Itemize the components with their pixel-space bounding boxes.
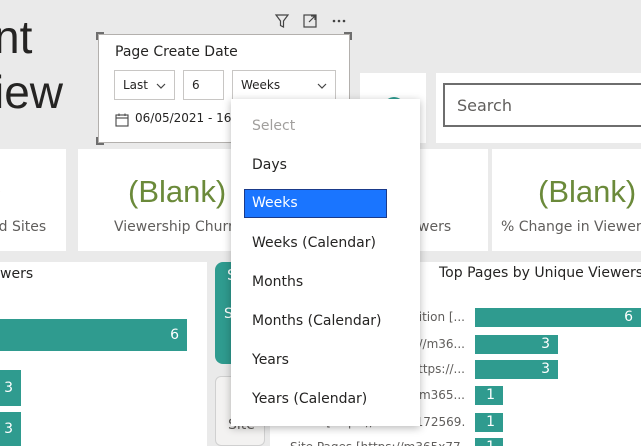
bar[interactable]: 3 [0, 412, 21, 446]
resize-handle[interactable] [96, 137, 104, 145]
bar[interactable]: 3 [475, 360, 558, 379]
dropdown-option[interactable]: Years [252, 352, 289, 368]
page-label: Site Pages [https://m365x77.... [290, 440, 465, 446]
slicer-title: Page Create Date [115, 44, 238, 60]
kpi-label: % Change in Viewers [501, 219, 641, 235]
kpi-card-change-in-viewers: (Blank) % Change in Viewers [492, 149, 641, 251]
period-unit-value: Weeks [241, 78, 281, 92]
chart-title: Top Pages by Unique Viewers [439, 265, 641, 281]
dropdown-option[interactable]: Months (Calendar) [252, 313, 382, 329]
period-mode-select[interactable]: Last [114, 70, 175, 100]
period-count-value: 6 [192, 78, 200, 92]
dropdown-option[interactable]: Weeks (Calendar) [252, 235, 376, 251]
kpi-value: (Blank) [128, 174, 227, 209]
kpi-value: (Blank) [538, 174, 637, 209]
resize-handle[interactable] [96, 32, 104, 40]
bar[interactable]: 1 [475, 438, 503, 446]
report-title-line1: nt [0, 11, 33, 63]
kpi-label: wers [418, 219, 452, 235]
calendar-icon [115, 112, 129, 127]
bar[interactable]: 6 [0, 319, 187, 351]
period-unit-select[interactable]: Weeks [232, 70, 336, 100]
kpi-card-shared-sites: 0 ed Sites [0, 149, 66, 251]
period-unit-dropdown: Select Days Weeks Weeks (Calendar) Months Mo… [231, 99, 420, 426]
search-panel: Search [436, 73, 641, 143]
bar[interactable]: 1 [475, 386, 503, 405]
dropdown-option[interactable]: Weeks [244, 189, 387, 218]
bar[interactable]: 3 [0, 370, 21, 406]
dropdown-option[interactable]: Days [252, 157, 287, 173]
more-options-icon[interactable] [329, 11, 349, 31]
left-bar-chart: wers 6 3 3 [0, 262, 207, 446]
search-input[interactable]: Search [443, 83, 641, 127]
bar[interactable]: 1 [475, 413, 503, 432]
kpi-label: Viewership Churn [114, 219, 237, 235]
dropdown-option[interactable]: Months [252, 274, 303, 290]
chart-title: wers [0, 266, 34, 282]
date-range-text: 06/05/2021 - 16/0 [135, 111, 235, 125]
report-title-line2: iew [0, 66, 64, 118]
resize-handle[interactable] [344, 32, 352, 40]
kpi-value: 0 [0, 174, 1, 210]
chevron-down-icon [156, 78, 166, 92]
bar[interactable]: 6 [475, 308, 641, 327]
dropdown-option[interactable]: Years (Calendar) [252, 391, 367, 407]
period-count-input[interactable]: 6 [183, 70, 224, 100]
filter-icon[interactable] [272, 11, 292, 31]
bar[interactable]: 3 [475, 335, 558, 354]
search-placeholder: Search [457, 96, 512, 115]
dropdown-placeholder: Select [252, 118, 296, 134]
kpi-card-viewership-churn: (Blank) Viewership Churn [78, 149, 244, 251]
focus-mode-icon[interactable] [300, 11, 320, 31]
kpi-label: ed Sites [0, 219, 47, 235]
period-mode-value: Last [123, 78, 148, 92]
chevron-down-icon [317, 78, 327, 92]
